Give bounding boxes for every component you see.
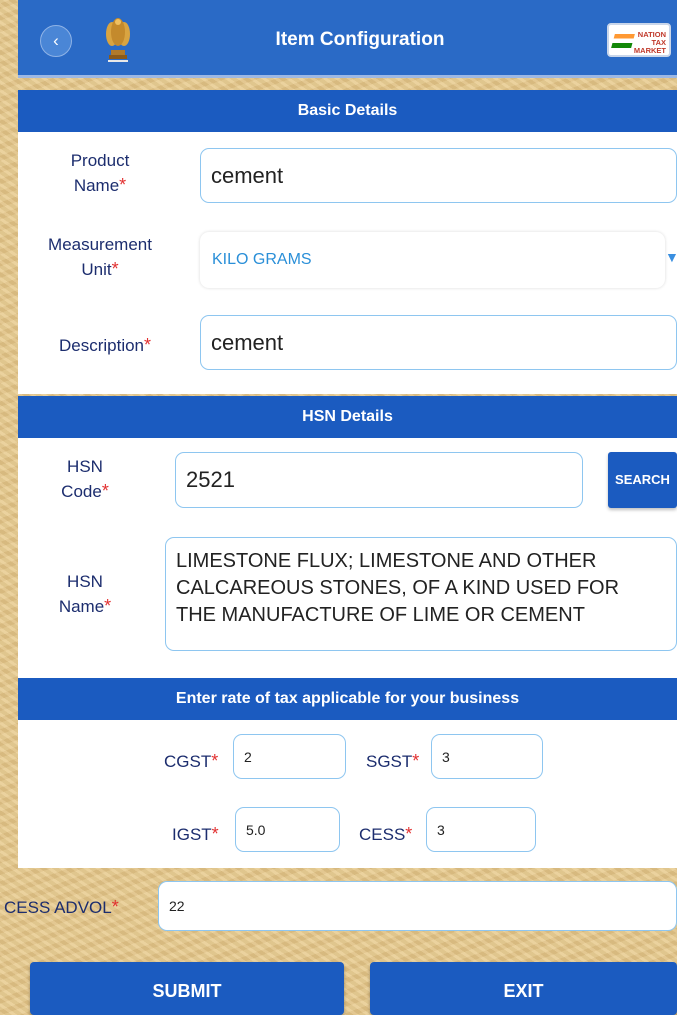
product-name-input[interactable] bbox=[200, 148, 677, 203]
cess-advol-label: CESS ADVOL* bbox=[4, 897, 119, 917]
cess-input[interactable] bbox=[426, 807, 536, 852]
hsn-name-label: HSN Name* bbox=[58, 572, 112, 616]
product-name-label: Product Name* bbox=[70, 151, 130, 195]
sgst-label: SGST* bbox=[366, 751, 420, 771]
chevron-left-icon: ‹ bbox=[53, 31, 59, 50]
cess-advol-input[interactable] bbox=[158, 881, 677, 931]
flag-icon bbox=[611, 34, 635, 48]
page-title: Item Configuration bbox=[275, 29, 445, 50]
back-button[interactable]: ‹ bbox=[40, 25, 72, 57]
measurement-unit-value: KILO GRAMS bbox=[212, 251, 312, 268]
tax-panel bbox=[18, 718, 677, 868]
search-button[interactable]: SEARCH bbox=[608, 452, 677, 508]
national-emblem-icon bbox=[102, 14, 134, 64]
hsn-name-textarea[interactable]: LIMESTONE FLUX; LIMESTONE AND OTHER CALC… bbox=[165, 537, 677, 651]
exit-button[interactable]: EXIT bbox=[370, 962, 677, 1015]
measurement-unit-label: Measurement Unit* bbox=[48, 235, 152, 279]
igst-label: IGST* bbox=[172, 824, 219, 844]
cgst-input[interactable] bbox=[233, 734, 346, 779]
hsn-details-header: HSN Details bbox=[18, 396, 677, 438]
tax-section-header: Enter rate of tax applicable for your bu… bbox=[18, 678, 677, 720]
basic-details-header: Basic Details bbox=[18, 90, 677, 132]
description-input[interactable] bbox=[200, 315, 677, 370]
description-label: Description* bbox=[58, 335, 152, 355]
cess-label: CESS* bbox=[359, 824, 413, 844]
submit-button[interactable]: SUBMIT bbox=[30, 962, 344, 1015]
nation-tax-market-logo: NATION TAX MARKET bbox=[607, 23, 671, 57]
cgst-label: CGST* bbox=[164, 751, 219, 771]
igst-input[interactable] bbox=[235, 807, 340, 852]
caret-down-icon[interactable]: ▼ bbox=[665, 249, 677, 265]
hsn-code-input[interactable] bbox=[175, 452, 583, 508]
measurement-unit-select[interactable]: KILO GRAMS bbox=[200, 232, 665, 288]
hsn-code-label: HSN Code* bbox=[61, 457, 109, 501]
sgst-input[interactable] bbox=[431, 734, 543, 779]
